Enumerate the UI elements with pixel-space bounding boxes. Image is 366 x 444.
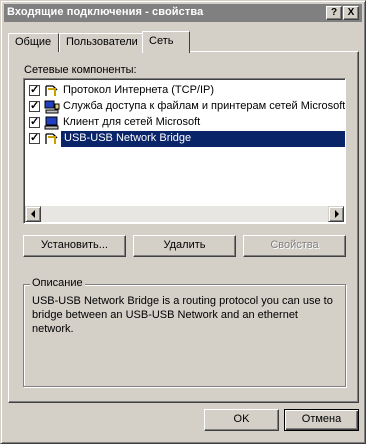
properties-dialog: Входящие подключения - свойства ? X Общи… [0, 0, 366, 444]
install-button[interactable]: Установить... [23, 235, 126, 257]
properties-button[interactable]: Свойства [243, 235, 346, 257]
components-list[interactable]: ✓ Протокол Интернета (TCP/IP) ✓ Служба д… [23, 78, 346, 224]
item-label: Служба доступа к файлам и принтерам сете… [63, 100, 346, 112]
scroll-right-button[interactable] [328, 206, 344, 222]
window-title: Входящие подключения - свойства [7, 6, 204, 18]
ok-button[interactable]: OK [204, 409, 279, 431]
tab-users[interactable]: Пользователи [59, 33, 143, 52]
close-button[interactable]: X [343, 6, 359, 20]
tab-network[interactable]: Сеть [142, 31, 190, 53]
arrow-left-icon [31, 210, 35, 218]
description-text: USB-USB Network Bridge is a routing prot… [32, 295, 333, 335]
item-label: Протокол Интернета (TCP/IP) [63, 84, 215, 96]
title-bar[interactable]: Входящие подключения - свойства ? X [4, 4, 362, 22]
arrow-right-icon [335, 210, 339, 218]
protocol-icon [45, 133, 58, 144]
item-label: Клиент для сетей Microsoft [63, 116, 201, 128]
tab-general[interactable]: Общие [8, 33, 59, 52]
cancel-button[interactable]: Отмена [284, 409, 359, 431]
description-title: Описание [30, 277, 85, 289]
service-icon [44, 100, 60, 114]
remove-button[interactable]: Удалить [133, 235, 236, 257]
help-button[interactable]: ? [326, 6, 342, 20]
scroll-left-button[interactable] [25, 206, 41, 222]
item-label: USB-USB Network Bridge [62, 132, 194, 146]
list-item[interactable]: ✓ Клиент для сетей Microsoft [27, 115, 343, 131]
checkbox[interactable]: ✓ [29, 132, 40, 144]
horizontal-scrollbar[interactable] [25, 206, 344, 222]
checkbox[interactable]: ✓ [29, 84, 40, 96]
list-item[interactable]: ✓ Служба доступа к файлам и принтерам се… [27, 99, 346, 115]
list-item-selected[interactable]: ✓ USB-USB Network Bridge [27, 131, 345, 147]
checkbox[interactable]: ✓ [29, 116, 40, 128]
components-label: Сетевые компоненты: [24, 64, 137, 76]
client-icon [44, 116, 59, 130]
checkbox[interactable]: ✓ [29, 100, 40, 112]
protocol-icon [45, 85, 58, 96]
list-item[interactable]: ✓ Протокол Интернета (TCP/IP) [27, 83, 343, 99]
